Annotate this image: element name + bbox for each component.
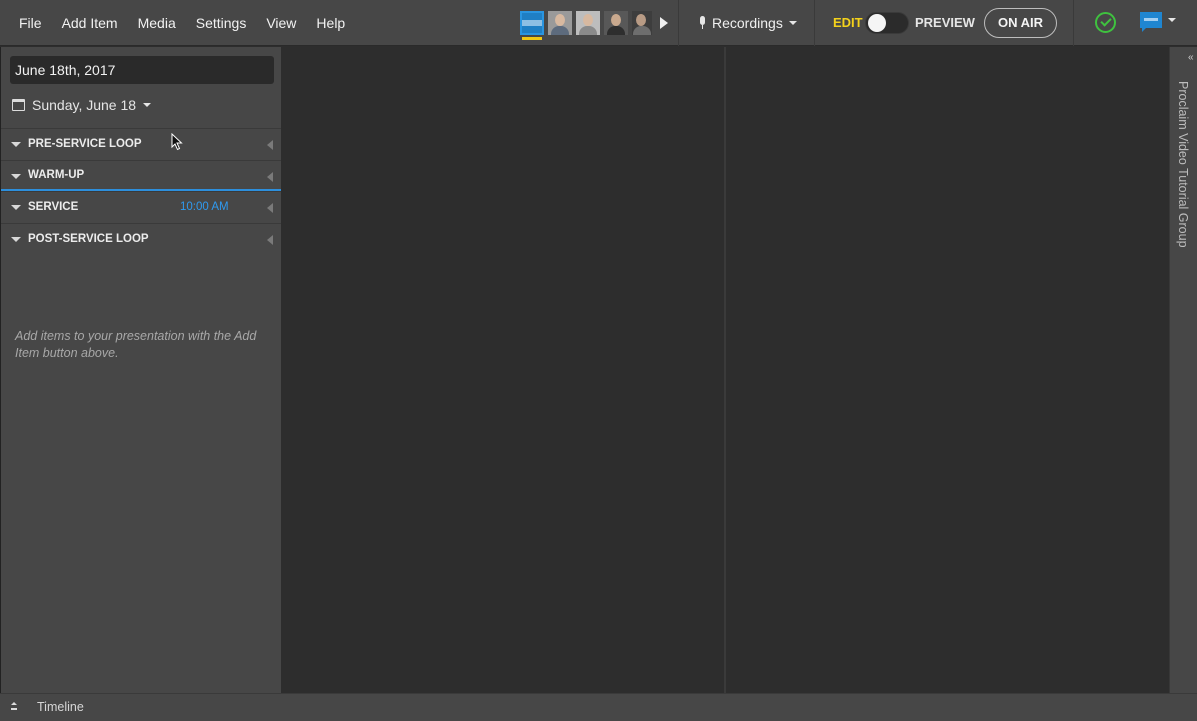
top-toolbar: File Add Item Media Settings View Help R… — [0, 0, 1197, 46]
expand-panel-icon[interactable]: « — [1188, 53, 1194, 63]
calendar-icon — [12, 99, 25, 111]
logo-mark — [522, 20, 542, 26]
service-sections: PRE-SERVICE LOOP WARM-UP SERVICE 10:00 A… — [1, 128, 282, 254]
section-title: PRE-SERVICE LOOP — [28, 138, 142, 151]
section-start-time[interactable]: 10:00 AM — [180, 201, 229, 213]
group-name-label[interactable]: Proclaim Video Tutorial Group — [1176, 81, 1190, 248]
collapse-triangle-icon[interactable] — [11, 236, 21, 242]
menu-view[interactable]: View — [256, 0, 306, 46]
section-title: SERVICE — [28, 201, 79, 214]
toggle-knob — [868, 14, 886, 32]
presentation-items-pane[interactable] — [281, 47, 724, 693]
group-logo-icon — [1140, 12, 1162, 32]
menu-file[interactable]: File — [9, 0, 52, 46]
menu-settings[interactable]: Settings — [186, 0, 257, 46]
collapse-triangle-icon[interactable] — [11, 173, 21, 179]
group-members — [520, 10, 668, 40]
on-air-button[interactable]: ON AIR — [984, 8, 1057, 38]
toolbar-divider — [814, 0, 815, 46]
toolbar-divider — [1073, 0, 1074, 46]
date-picker[interactable]: Sunday, June 18 — [12, 97, 152, 113]
member-avatar[interactable] — [576, 11, 600, 35]
menu-add-item[interactable]: Add Item — [52, 0, 128, 46]
timeline-label[interactable]: Timeline — [37, 700, 84, 714]
proclaim-logo-thumbnail[interactable] — [520, 11, 544, 40]
audio-speaker-icon[interactable] — [267, 140, 273, 150]
recordings-label: Recordings — [712, 15, 783, 31]
audio-speaker-icon[interactable] — [267, 203, 273, 213]
account-menu[interactable] — [1140, 12, 1176, 32]
play-icon[interactable] — [660, 17, 668, 29]
toolbar-divider — [678, 0, 679, 46]
collapse-triangle-icon[interactable] — [11, 142, 21, 147]
audio-speaker-icon[interactable] — [267, 171, 273, 182]
chevron-down-icon — [143, 103, 152, 107]
menu-help[interactable]: Help — [306, 0, 355, 46]
section-service[interactable]: SERVICE 10:00 AM — [1, 191, 282, 223]
menu-bar: File Add Item Media Settings View Help — [9, 0, 355, 46]
microphone-icon — [698, 16, 706, 30]
section-title: WARM-UP — [28, 168, 85, 181]
preview-mode-label[interactable]: PREVIEW — [915, 15, 975, 30]
member-avatar[interactable] — [604, 11, 628, 35]
expand-timeline-icon[interactable] — [10, 702, 18, 712]
slide-preview-pane[interactable] — [726, 47, 1169, 693]
recordings-dropdown[interactable]: Recordings — [698, 0, 797, 46]
section-title: POST-SERVICE LOOP — [28, 232, 149, 245]
sync-status-check-icon[interactable] — [1095, 12, 1116, 33]
presentation-title-field[interactable]: June 18th, 2017 — [10, 56, 274, 84]
group-rail: « Proclaim Video Tutorial Group — [1169, 47, 1197, 693]
date-picker-label: Sunday, June 18 — [32, 97, 137, 113]
edit-mode-label[interactable]: EDIT — [833, 15, 863, 30]
section-post-service-loop[interactable]: POST-SERVICE LOOP — [1, 222, 282, 255]
empty-presentation-hint: Add items to your presentation with the … — [15, 329, 257, 360]
presentation-sidebar: June 18th, 2017 Sunday, June 18 PRE-SERV… — [0, 47, 282, 693]
audio-speaker-icon[interactable] — [267, 234, 273, 245]
menu-media[interactable]: Media — [128, 0, 186, 46]
chevron-down-icon — [788, 21, 797, 25]
section-warm-up[interactable]: WARM-UP — [1, 159, 282, 191]
timeline-bar: Timeline — [0, 693, 1197, 721]
edit-preview-toggle[interactable] — [865, 12, 909, 34]
member-avatar[interactable] — [632, 11, 652, 35]
member-avatar[interactable] — [548, 11, 572, 35]
collapse-triangle-icon[interactable] — [11, 205, 21, 210]
section-pre-service-loop[interactable]: PRE-SERVICE LOOP — [1, 128, 282, 160]
chevron-down-icon — [1168, 18, 1176, 22]
